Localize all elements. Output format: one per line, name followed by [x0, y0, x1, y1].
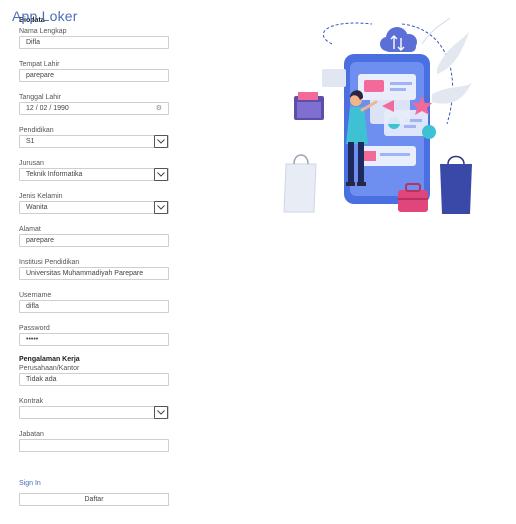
chevron-down-icon[interactable]: [154, 168, 168, 181]
chevron-down-icon[interactable]: [154, 201, 168, 214]
chevron-down-icon[interactable]: [154, 406, 168, 419]
label-kontrak: Kontrak: [19, 398, 44, 405]
institusi-value: Universitas Muhammadiyah Parepare: [26, 270, 144, 277]
tempat-lahir-value: parepare: [26, 72, 55, 79]
label-institusi: Institusi Pendidikan: [19, 259, 80, 266]
alamat-input[interactable]: parepare: [19, 234, 169, 247]
pendidikan-select[interactable]: S1: [19, 135, 169, 148]
label-tempat-lahir: Tempat Lahir: [19, 61, 60, 68]
registration-form: Nama Lengkap Difla Tempat Lahir parepare…: [19, 27, 169, 506]
daftar-button[interactable]: Daftar: [19, 493, 169, 506]
jenis-kelamin-value: Wanita: [26, 204, 48, 211]
label-pendidikan: Pendidikan: [19, 127, 54, 134]
nama-lengkap-value: Difla: [26, 39, 41, 46]
pendidikan-value: S1: [26, 138, 35, 145]
tanggal-lahir-value: 12 / 02 / 1990: [26, 105, 69, 112]
app-title: App Loker: [12, 8, 78, 24]
mobile-app-illustration: [283, 17, 472, 214]
password-input[interactable]: •••••: [19, 333, 169, 346]
perusahaan-input[interactable]: Tidak ada: [19, 373, 169, 386]
label-nama-lengkap: Nama Lengkap: [19, 28, 67, 35]
label-alamat: Alamat: [19, 226, 41, 233]
label-perusahaan: Perusahaan/Kantor: [19, 365, 80, 372]
alamat-value: parepare: [26, 237, 55, 244]
tanggal-lahir-input[interactable]: 12 / 02 / 1990 ⚙: [19, 102, 169, 115]
calendar-icon[interactable]: ⚙: [156, 103, 162, 114]
label-password: Password: [19, 325, 50, 332]
perusahaan-value: Tidak ada: [26, 376, 57, 383]
label-jurusan: Jurusan: [19, 160, 44, 167]
label-jenis-kelamin: Jenis Kelamin: [19, 193, 63, 200]
label-tanggal-lahir: Tanggal Lahir: [19, 94, 62, 101]
nama-lengkap-input[interactable]: Difla: [19, 36, 169, 49]
chevron-down-icon[interactable]: [154, 135, 168, 148]
username-input[interactable]: difla: [19, 300, 169, 313]
institusi-input[interactable]: Universitas Muhammadiyah Parepare: [19, 267, 169, 280]
jurusan-value: Teknik Informatika: [26, 171, 83, 178]
password-value: •••••: [26, 336, 39, 343]
label-jabatan: Jabatan: [19, 431, 44, 438]
jabatan-input[interactable]: [19, 439, 169, 452]
jenis-kelamin-select[interactable]: Wanita: [19, 201, 169, 214]
jurusan-select[interactable]: Teknik Informatika: [19, 168, 169, 181]
kontrak-select[interactable]: [19, 406, 169, 419]
sign-in-link[interactable]: Sign In: [19, 479, 169, 488]
pengalaman-kerja-heading: Pengalaman Kerja: [19, 356, 80, 363]
tempat-lahir-input[interactable]: parepare: [19, 69, 169, 82]
username-value: difla: [26, 303, 39, 310]
label-username: Username: [19, 292, 52, 299]
